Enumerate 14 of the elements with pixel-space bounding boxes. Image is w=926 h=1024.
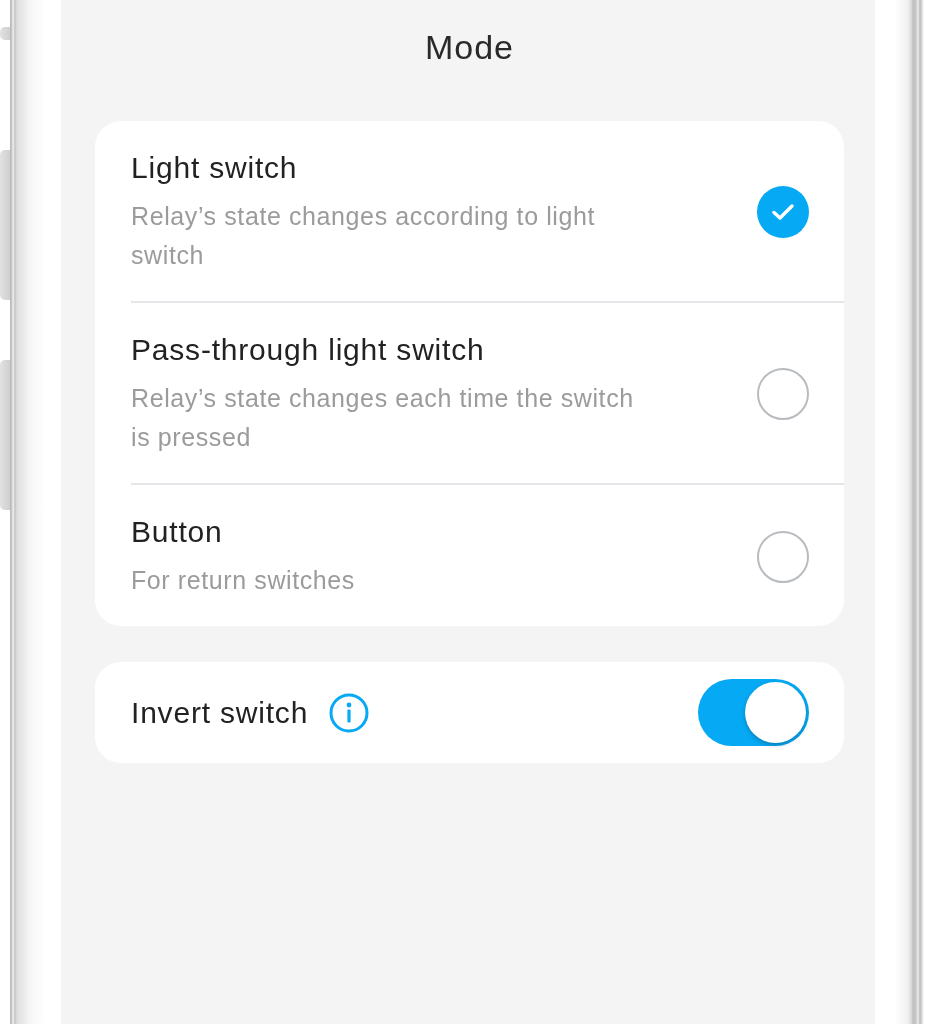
option-title: Light switch [131,150,299,186]
option-description: Relay’s state changes each time the switch is pressed [131,383,635,453]
option-description: For return switches [131,565,356,596]
radio-button[interactable] [757,186,809,238]
screen-title: Mode [423,27,516,68]
option-title: Button [131,514,224,550]
radio-button[interactable] [757,530,809,583]
info-icon[interactable] [329,692,370,733]
phone-side-key [0,27,10,40]
checkmark-icon [772,204,794,220]
option-description: Relay’s state changes according to light switch [131,201,597,271]
setting-label: Invert switch [131,694,309,731]
radio-button[interactable] [757,368,809,420]
option-title: Pass-through light switch [131,332,486,368]
